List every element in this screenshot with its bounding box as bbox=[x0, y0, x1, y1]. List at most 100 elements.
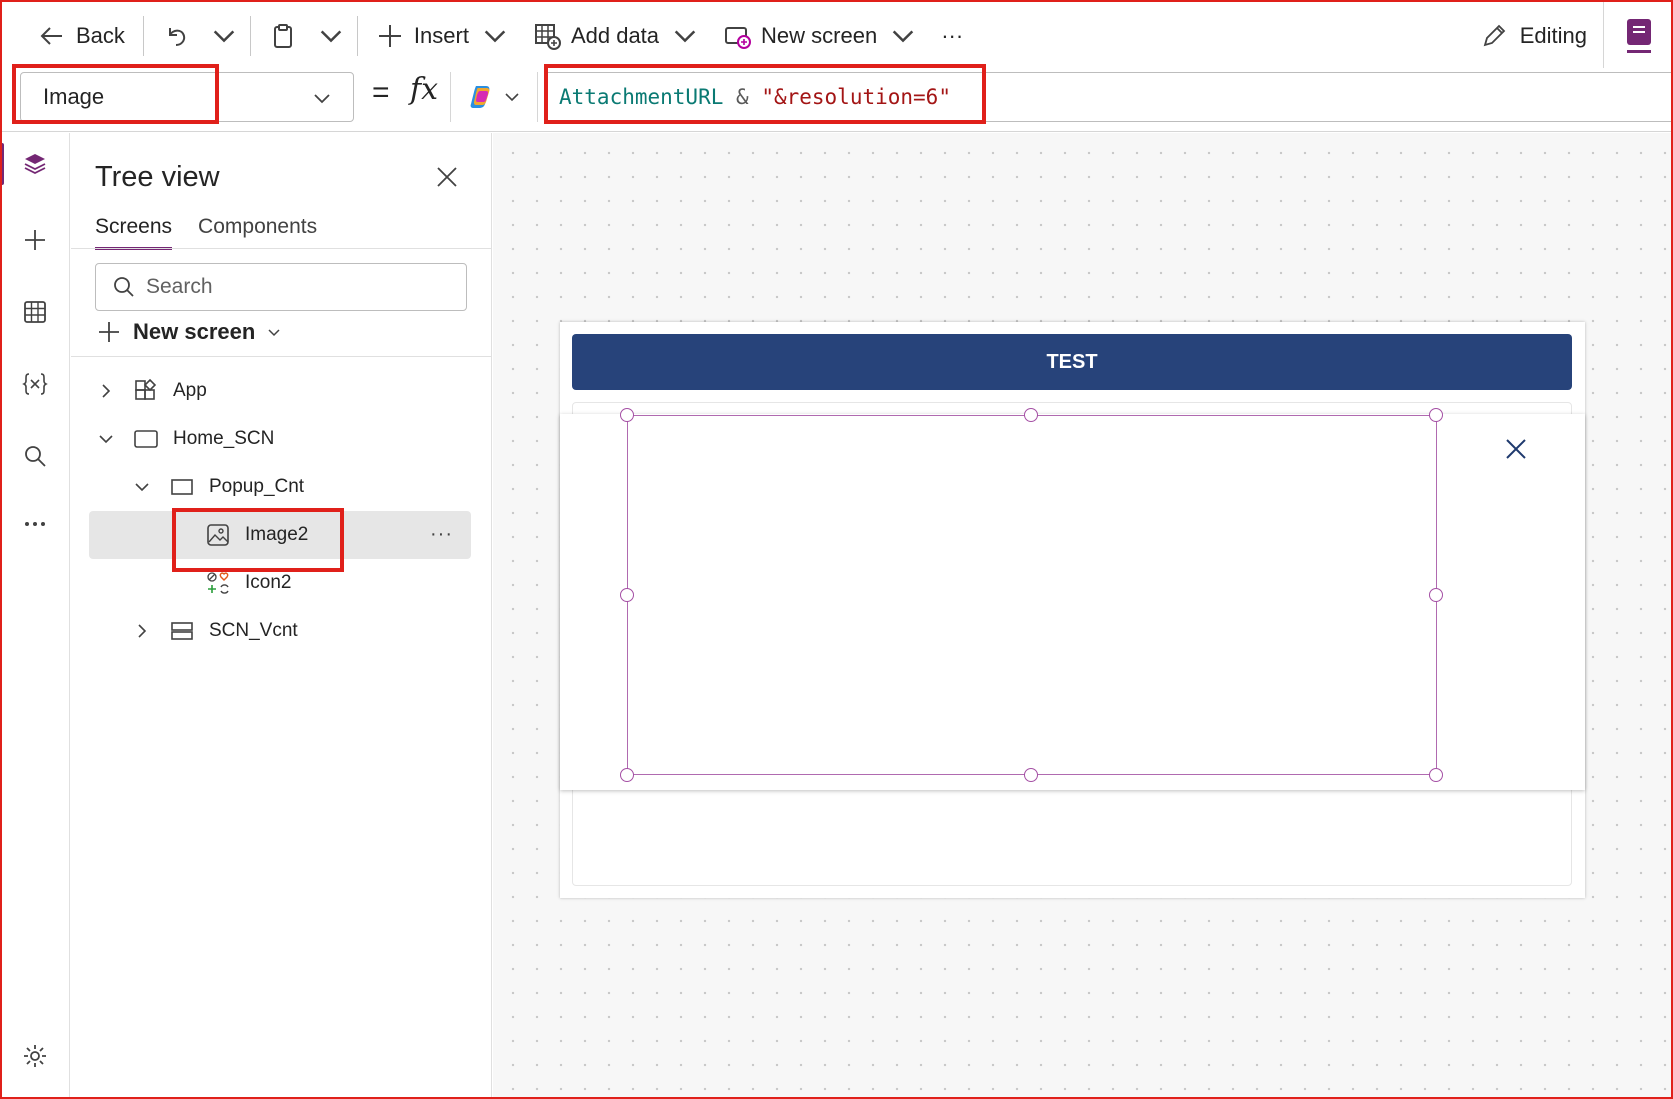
tree-node-scn-vcnt[interactable]: SCN_Vcnt bbox=[133, 607, 467, 655]
notebook-button[interactable] bbox=[1603, 0, 1673, 72]
fx-icon[interactable]: fx bbox=[410, 72, 438, 107]
more-rail-button[interactable] bbox=[16, 505, 54, 543]
chevron-down-icon bbox=[892, 30, 914, 43]
property-value: Image bbox=[43, 84, 105, 109]
close-icon[interactable] bbox=[1501, 434, 1531, 464]
arrow-left-icon bbox=[40, 27, 62, 45]
resize-handle[interactable] bbox=[1429, 588, 1443, 602]
more-icon: ··· bbox=[941, 23, 964, 48]
chevron-right-icon bbox=[102, 384, 111, 398]
paste-dropdown[interactable] bbox=[309, 12, 351, 60]
back-button[interactable]: Back bbox=[26, 12, 137, 60]
resize-handle[interactable] bbox=[1024, 768, 1038, 782]
formula-identifier: AttachmentURL bbox=[559, 85, 724, 109]
copilot-button[interactable] bbox=[450, 72, 538, 122]
tab-components[interactable]: Components bbox=[198, 215, 317, 250]
tree-view-rail-button[interactable] bbox=[16, 145, 54, 183]
search-icon bbox=[25, 446, 46, 467]
equals-sign: = bbox=[372, 76, 390, 109]
editing-label: Editing bbox=[1519, 23, 1587, 48]
variables-rail-button[interactable] bbox=[16, 365, 54, 403]
plus-icon bbox=[99, 322, 119, 342]
left-rail bbox=[0, 133, 70, 1099]
toolbar-right: Editing bbox=[1464, 0, 1673, 72]
copilot-icon bbox=[470, 86, 490, 108]
undo-dropdown[interactable] bbox=[202, 12, 244, 60]
resize-handle[interactable] bbox=[1429, 408, 1443, 422]
plus-icon bbox=[378, 25, 401, 47]
search-input[interactable] bbox=[146, 275, 446, 299]
tree-node-label: App bbox=[173, 380, 207, 401]
back-label: Back bbox=[76, 23, 125, 48]
chevron-down-icon bbox=[99, 435, 113, 444]
table-add-icon bbox=[534, 24, 561, 50]
tree-node-home-scn[interactable]: Home_SCN bbox=[97, 415, 467, 463]
table-icon bbox=[24, 301, 46, 323]
tree-node-label: Icon2 bbox=[245, 572, 292, 593]
resize-handle[interactable] bbox=[620, 768, 634, 782]
search-box[interactable] bbox=[95, 263, 467, 311]
tree-node-icon2[interactable]: Icon2 bbox=[205, 559, 467, 607]
search-rail-button[interactable] bbox=[16, 437, 54, 475]
resize-handle[interactable] bbox=[1024, 408, 1038, 422]
toolbar-divider bbox=[249, 16, 251, 56]
toolbar-divider bbox=[142, 16, 144, 56]
resize-handle[interactable] bbox=[1429, 768, 1443, 782]
app-icon bbox=[133, 378, 159, 404]
command-bar: Back Insert Add data New screen ··· Edit… bbox=[0, 0, 1673, 72]
add-data-button[interactable]: Add data bbox=[521, 12, 711, 60]
insert-rail-button[interactable] bbox=[16, 221, 54, 259]
chevron-right-icon bbox=[138, 624, 147, 638]
clipboard-icon bbox=[273, 24, 292, 48]
header-text: TEST bbox=[1046, 350, 1098, 373]
tree-tabs: Screens Components bbox=[95, 215, 317, 250]
image2-control[interactable] bbox=[627, 415, 1437, 775]
resize-handle[interactable] bbox=[620, 588, 634, 602]
tree-node-app[interactable]: App bbox=[97, 367, 467, 415]
container-icon bbox=[169, 474, 195, 500]
insert-label: Insert bbox=[413, 23, 469, 48]
tree-node-label: Popup_Cnt bbox=[209, 476, 305, 497]
formula-input[interactable]: AttachmentURL & "&resolution=6" bbox=[546, 72, 1673, 122]
undo-icon bbox=[168, 28, 186, 46]
new-screen-button[interactable]: New screen bbox=[711, 12, 929, 60]
vertical-container-icon bbox=[169, 618, 195, 644]
chevron-down-icon bbox=[213, 30, 235, 43]
chevron-down-icon bbox=[268, 329, 280, 337]
tree-node-popup-cnt[interactable]: Popup_Cnt bbox=[133, 463, 467, 511]
formula-operator: & bbox=[723, 85, 762, 109]
close-icon[interactable] bbox=[433, 163, 461, 191]
layers-icon bbox=[24, 154, 46, 175]
more-commands-button[interactable]: ··· bbox=[929, 12, 975, 60]
chevron-down-icon bbox=[320, 30, 342, 43]
plus-icon bbox=[25, 230, 45, 250]
chevron-down-icon bbox=[674, 30, 696, 43]
add-data-label: Add data bbox=[570, 23, 660, 48]
editing-button[interactable]: Editing bbox=[1464, 22, 1603, 50]
pencil-icon bbox=[1483, 24, 1505, 47]
more-options-icon[interactable]: ··· bbox=[430, 523, 453, 546]
image-icon bbox=[205, 522, 231, 548]
chevron-down-icon bbox=[484, 30, 506, 43]
header-bar[interactable]: TEST bbox=[572, 334, 1572, 390]
tabs-divider bbox=[71, 248, 491, 249]
insert-button[interactable]: Insert bbox=[364, 12, 521, 60]
data-rail-button[interactable] bbox=[16, 293, 54, 331]
variables-icon bbox=[22, 373, 48, 395]
tree-divider bbox=[71, 356, 491, 357]
paste-button[interactable] bbox=[257, 12, 309, 60]
new-screen-tree-button[interactable]: New screen bbox=[97, 319, 281, 345]
tree-node-label: Image2 bbox=[245, 524, 309, 545]
settings-rail-button[interactable] bbox=[16, 1037, 54, 1075]
notebook-icon bbox=[1626, 19, 1651, 53]
new-screen-label: New screen bbox=[761, 23, 878, 48]
tree-view-title: Tree view bbox=[95, 161, 220, 193]
tree-view-panel: Tree view Screens Components New screen … bbox=[71, 133, 492, 1099]
resize-handle[interactable] bbox=[620, 408, 634, 422]
undo-button[interactable] bbox=[150, 12, 202, 60]
property-dropdown[interactable]: Image bbox=[20, 72, 354, 122]
icons-icon bbox=[205, 570, 231, 596]
tree-node-image2[interactable]: Image2 ··· bbox=[89, 511, 471, 559]
tab-screens[interactable]: Screens bbox=[95, 215, 173, 250]
toolbar-divider bbox=[356, 16, 358, 56]
